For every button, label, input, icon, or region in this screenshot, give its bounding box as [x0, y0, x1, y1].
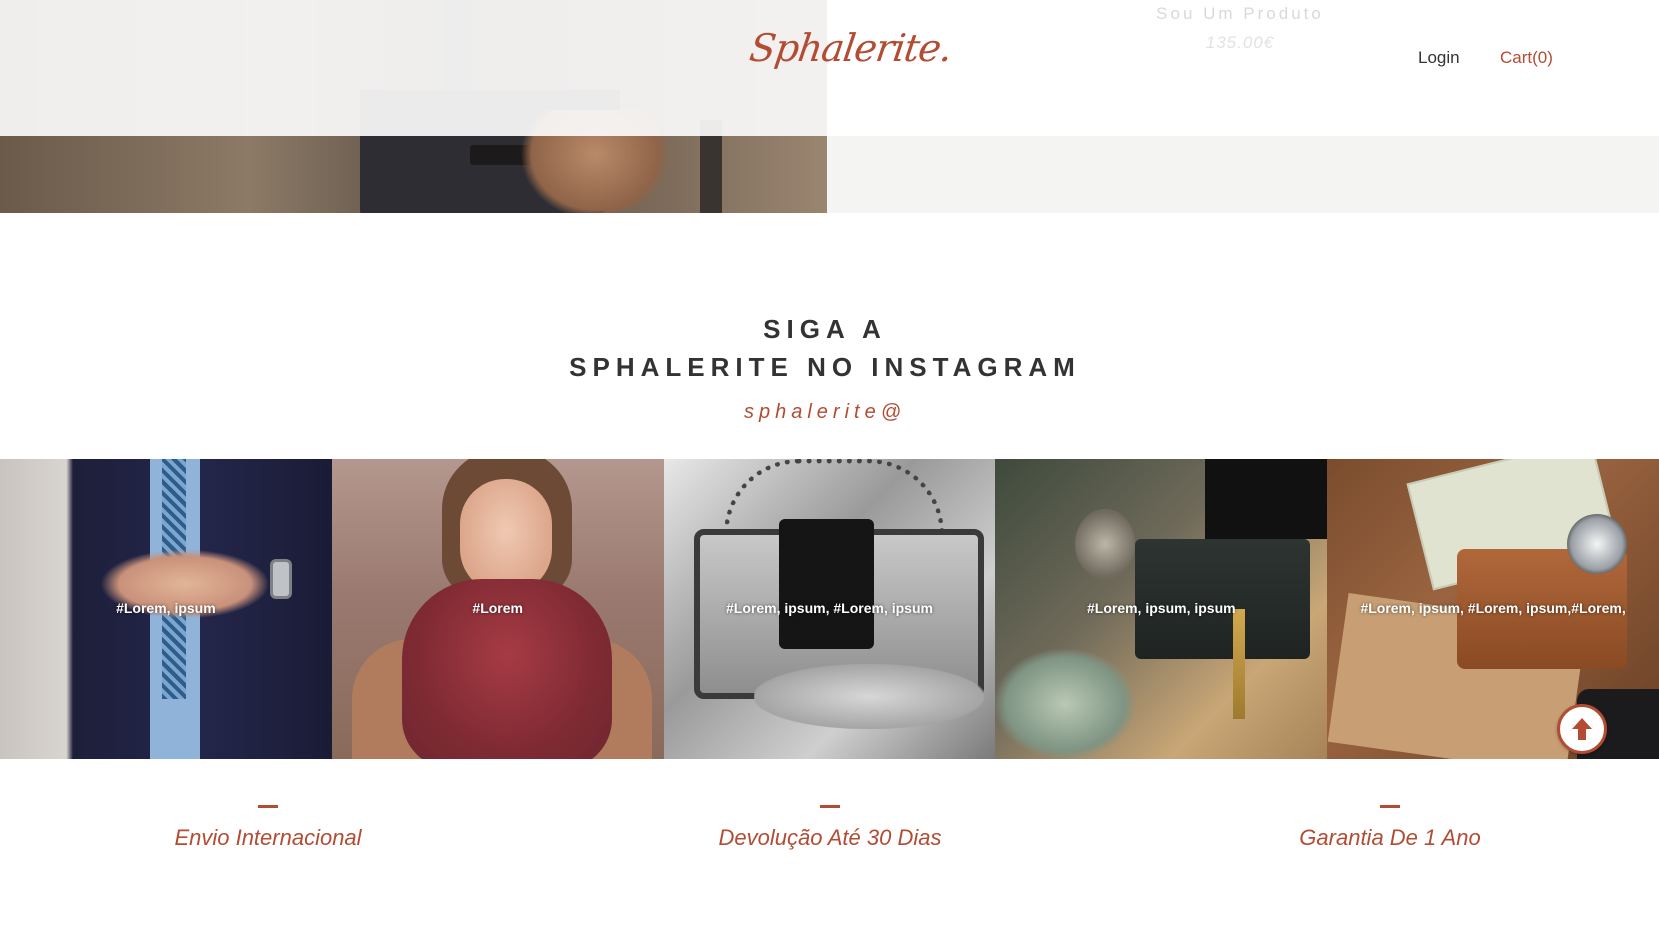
cart-link[interactable]: Cart(0): [1500, 48, 1553, 68]
feature-label: Garantia De 1 Ano: [1299, 825, 1481, 850]
instagram-tile-tag: #Lorem, ipsum, ipsum: [1086, 600, 1236, 616]
ghost-product-price: 135.00€: [1205, 33, 1275, 52]
instagram-gallery: #Lorem, ipsum #Lorem #Lorem, ipsum, #Lor…: [0, 459, 1659, 759]
tile-pinecone: [1075, 509, 1136, 579]
page: Sou Um Produto 135.00€ Sphalerite. Login…: [0, 0, 1659, 941]
instagram-tile-wallet-black[interactable]: #Lorem, ipsum, ipsum: [995, 459, 1328, 759]
tile-face: [459, 479, 552, 594]
feature-label: Envio Internacional: [174, 825, 362, 850]
arrow-up-icon: [1572, 718, 1592, 740]
instagram-tile-tag: #Lorem, ipsum, #Lorem, ipsum: [726, 600, 933, 616]
tile-bag-flap: [778, 519, 874, 649]
feature-dash: [1380, 805, 1400, 808]
feature-warranty: Garantia De 1 Ano: [1190, 805, 1590, 851]
tile-wallet: [1135, 539, 1311, 659]
tile-watch: [270, 559, 292, 599]
instagram-title-line1: SIGA A: [763, 314, 887, 344]
instagram-tile-handbag[interactable]: #Lorem, ipsum, #Lorem, ipsum: [663, 459, 996, 759]
scroll-to-top-button[interactable]: [1557, 704, 1607, 754]
instagram-tile-tag: #Lorem, ipsum, #Lorem, ipsum,#Lorem,: [1360, 600, 1626, 616]
feature-label: Devolução Até 30 Dias: [718, 825, 942, 850]
instagram-title-line2: SPHALERITE NO INSTAGRAM: [569, 352, 1081, 382]
instagram-tile-wallet-brown[interactable]: #Lorem, ipsum, #Lorem, ipsum,#Lorem,: [1327, 459, 1659, 759]
tile-plant: [995, 649, 1136, 759]
instagram-handle[interactable]: sphalerite@: [0, 401, 1650, 424]
tile-hand: [753, 664, 984, 729]
feature-shipping: Envio Internacional: [68, 805, 468, 851]
login-link[interactable]: Login: [1418, 48, 1460, 68]
tile-tassel: [1233, 609, 1246, 719]
instagram-tile-tag: #Lorem, ipsum: [116, 600, 216, 616]
feature-returns: Devolução Até 30 Dias: [630, 805, 1030, 851]
tile-box: [1205, 459, 1328, 539]
instagram-tile-scarf[interactable]: #Lorem: [331, 459, 664, 759]
instagram-tile-tag: #Lorem: [472, 600, 523, 616]
feature-dash: [258, 805, 278, 808]
site-logo[interactable]: Sphalerite.: [747, 26, 954, 70]
tile-watch: [1567, 514, 1628, 574]
ghost-product-name[interactable]: Sou Um Produto: [1130, 4, 1350, 24]
instagram-tile-suit[interactable]: #Lorem, ipsum: [0, 459, 332, 759]
feature-dash: [820, 805, 840, 808]
instagram-section-title: SIGA A SPHALERITE NO INSTAGRAM: [0, 310, 1650, 386]
